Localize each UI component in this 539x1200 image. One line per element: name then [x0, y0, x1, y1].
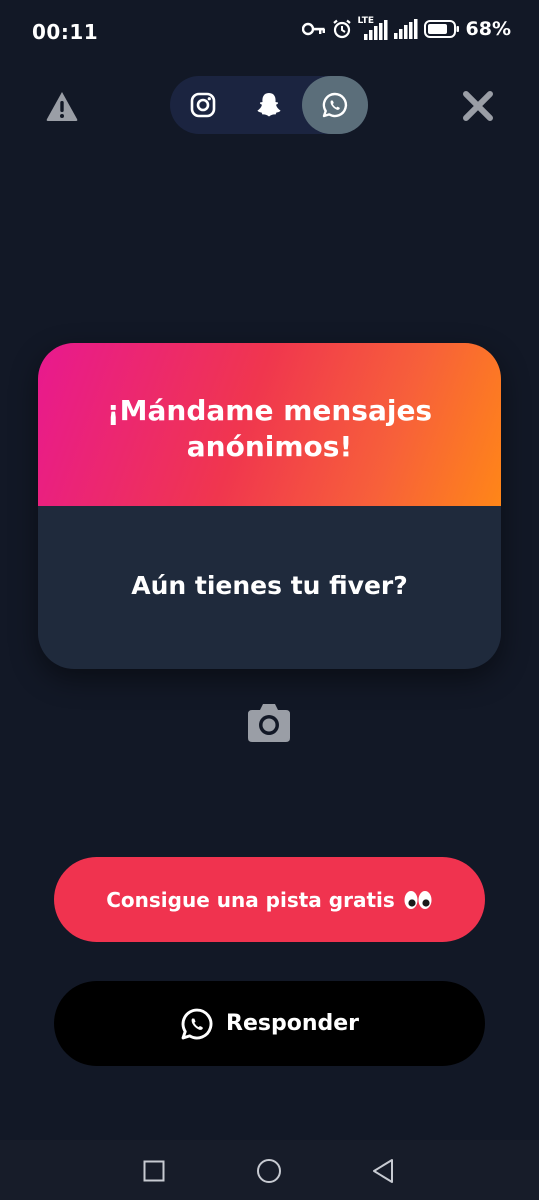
close-icon — [463, 91, 493, 121]
camera-button[interactable] — [246, 700, 292, 744]
whatsapp-icon — [181, 1008, 213, 1039]
free-hint-button[interactable]: Consigue una pista gratis — [54, 857, 485, 942]
message-card: ¡Mándame mensajes anónimos! Aún tienes t… — [38, 343, 501, 669]
instagram-icon — [190, 92, 216, 118]
battery-icon — [423, 20, 459, 38]
instagram-option[interactable] — [170, 76, 236, 134]
snapchat-icon — [257, 93, 281, 117]
back-button[interactable] — [371, 1158, 395, 1188]
card-title: ¡Mándame mensajes anónimos! — [106, 393, 433, 463]
close-button[interactable] — [458, 86, 498, 126]
signal-icon — [393, 19, 418, 39]
reply-label: Responder — [226, 1011, 359, 1036]
battery-percentage: 68% — [465, 18, 511, 40]
reply-button[interactable]: Responder — [54, 981, 485, 1066]
circle-icon — [257, 1159, 281, 1183]
recent-apps-button[interactable] — [143, 1160, 165, 1186]
warning-icon — [46, 92, 78, 121]
card-header: ¡Mándame mensajes anónimos! — [38, 343, 501, 506]
report-button[interactable] — [44, 88, 80, 124]
home-button[interactable] — [256, 1158, 282, 1188]
status-time: 00:11 — [32, 20, 99, 44]
eyes-icon — [403, 889, 433, 911]
system-nav-bar — [0, 1140, 539, 1200]
alarm-icon — [332, 19, 351, 39]
signal-lte-icon: LTE — [358, 16, 388, 40]
status-icons: LTE 68% — [301, 16, 511, 40]
snapchat-option[interactable] — [236, 76, 302, 134]
share-platform-switch — [170, 76, 368, 134]
free-hint-label: Consigue una pista gratis — [106, 887, 395, 912]
camera-icon — [248, 704, 290, 742]
card-question: Aún tienes tu fiver? — [131, 571, 408, 600]
square-icon — [143, 1160, 165, 1182]
back-triangle-icon — [373, 1159, 393, 1183]
status-bar: 00:11 LTE 68% — [0, 0, 539, 66]
vpn-key-icon — [301, 22, 325, 36]
whatsapp-option[interactable] — [302, 76, 368, 134]
whatsapp-icon — [322, 92, 348, 118]
top-bar — [0, 76, 539, 134]
card-body: Aún tienes tu fiver? — [38, 506, 501, 669]
